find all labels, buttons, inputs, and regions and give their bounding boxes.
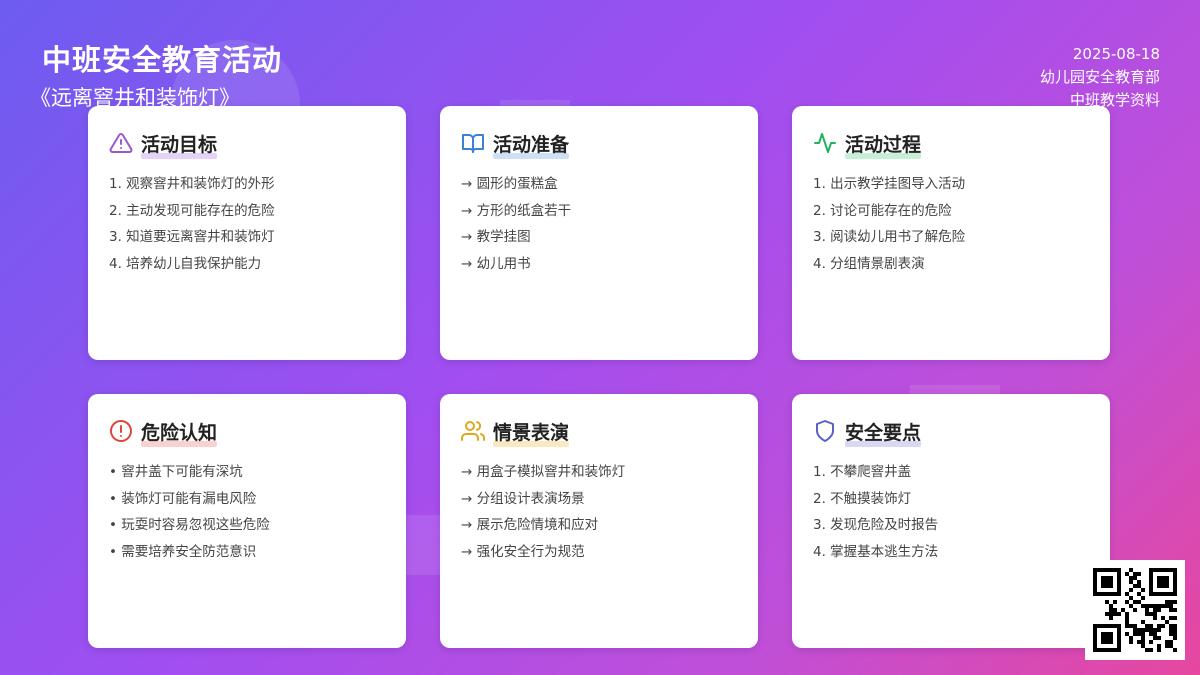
list-item: → 圆形的蛋糕盒 — [461, 176, 558, 192]
card-title: 危险认知 — [141, 418, 218, 447]
card-item-list: → 用盒子模拟窨井和装饰灯 → 分组设计表演场景 → 展示危险情境和应对 → 强… — [461, 459, 737, 566]
list-item: 2. 讨论可能存在的危险 — [813, 202, 952, 219]
list-item: 3. 知道要远离窨井和装饰灯 — [109, 229, 275, 246]
activity-pulse-icon — [813, 131, 837, 155]
page-title: 中班安全教育活动 — [42, 43, 283, 77]
card-title: 活动过程 — [845, 130, 922, 159]
list-item: → 教学挂图 — [461, 229, 531, 246]
open-book-icon — [461, 131, 485, 155]
users-icon — [461, 419, 485, 443]
card-item-list: 1. 观察窨井和装饰灯的外形 2. 主动发现可能存在的危险 3. 知道要远离窨井… — [109, 171, 385, 278]
list-item: 4. 掌握基本逃生方法 — [813, 544, 939, 561]
card-title: 安全要点 — [845, 418, 922, 447]
list-item: 4. 培养幼儿自我保护能力 — [109, 256, 262, 273]
alert-circle-icon — [109, 419, 133, 443]
card-danger-awareness: 危险认知 • 窨井盖下可能有深坑 • 装饰灯可能有漏电风险 • 玩耍时容易忽视这… — [88, 394, 406, 648]
list-item: → 分组设计表演场景 — [461, 490, 585, 507]
list-item: • 玩耍时容易忽视这些危险 — [109, 517, 270, 534]
department-text: 幼儿园安全教育部 — [1039, 68, 1160, 86]
list-item: • 装饰灯可能有漏电风险 — [109, 490, 257, 507]
card-title: 活动准备 — [493, 130, 570, 159]
warning-triangle-icon — [109, 131, 133, 155]
card-safety-points: 安全要点 1. 不攀爬窨井盖 2. 不触摸装饰灯 3. 发现危险及时报告 4. … — [792, 394, 1110, 648]
card-activity-preparation: 活动准备 → 圆形的蛋糕盒 → 方形的纸盒若干 → 教学挂图 → 幼儿用书 — [440, 106, 758, 360]
list-item: 1. 出示教学挂图导入活动 — [813, 176, 966, 192]
list-item: • 窨井盖下可能有深坑 — [109, 464, 243, 480]
list-item: 2. 不触摸装饰灯 — [813, 490, 912, 507]
list-item: 4. 分组情景剧表演 — [813, 256, 925, 273]
card-title: 活动目标 — [141, 130, 218, 159]
card-activity-goals: 活动目标 1. 观察窨井和装饰灯的外形 2. 主动发现可能存在的危险 3. 知道… — [88, 106, 406, 360]
card-scenario-performance: 情景表演 → 用盒子模拟窨井和装饰灯 → 分组设计表演场景 → 展示危险情境和应… — [440, 394, 758, 648]
list-item: → 强化安全行为规范 — [461, 544, 585, 561]
list-item: → 幼儿用书 — [461, 256, 531, 273]
list-item: → 用盒子模拟窨井和装饰灯 — [461, 464, 626, 480]
list-item: 2. 主动发现可能存在的危险 — [109, 202, 275, 219]
card-item-list: 1. 出示教学挂图导入活动 2. 讨论可能存在的危险 3. 阅读幼儿用书了解危险… — [813, 171, 1089, 278]
header: 中班安全教育活动 《远离窨井和装饰灯》 — [30, 40, 283, 112]
card-activity-process: 活动过程 1. 出示教学挂图导入活动 2. 讨论可能存在的危险 3. 阅读幼儿用… — [792, 106, 1110, 360]
shield-icon — [813, 419, 837, 443]
card-item-list: 1. 不攀爬窨井盖 2. 不触摸装饰灯 3. 发现危险及时报告 4. 掌握基本逃… — [813, 459, 1089, 566]
header-meta: 2025-08-18 幼儿园安全教育部 中班教学资料 — [1040, 43, 1160, 112]
list-item: 3. 阅读幼儿用书了解危险 — [813, 229, 966, 246]
card-item-list: • 窨井盖下可能有深坑 • 装饰灯可能有漏电风险 • 玩耍时容易忽视这些危险 •… — [109, 459, 385, 566]
card-title: 情景表演 — [493, 418, 570, 447]
qr-code-icon — [1085, 560, 1185, 660]
list-item: → 方形的纸盒若干 — [461, 202, 572, 219]
list-item: → 展示危险情境和应对 — [461, 517, 599, 534]
card-item-list: → 圆形的蛋糕盒 → 方形的纸盒若干 → 教学挂图 → 幼儿用书 — [461, 171, 737, 278]
date-text: 2025-08-18 — [1072, 45, 1160, 63]
list-item: • 需要培养安全防范意识 — [109, 544, 257, 561]
list-item: 1. 不攀爬窨井盖 — [813, 464, 912, 480]
list-item: 3. 发现危险及时报告 — [813, 517, 939, 534]
list-item: 1. 观察窨井和装饰灯的外形 — [109, 176, 275, 192]
